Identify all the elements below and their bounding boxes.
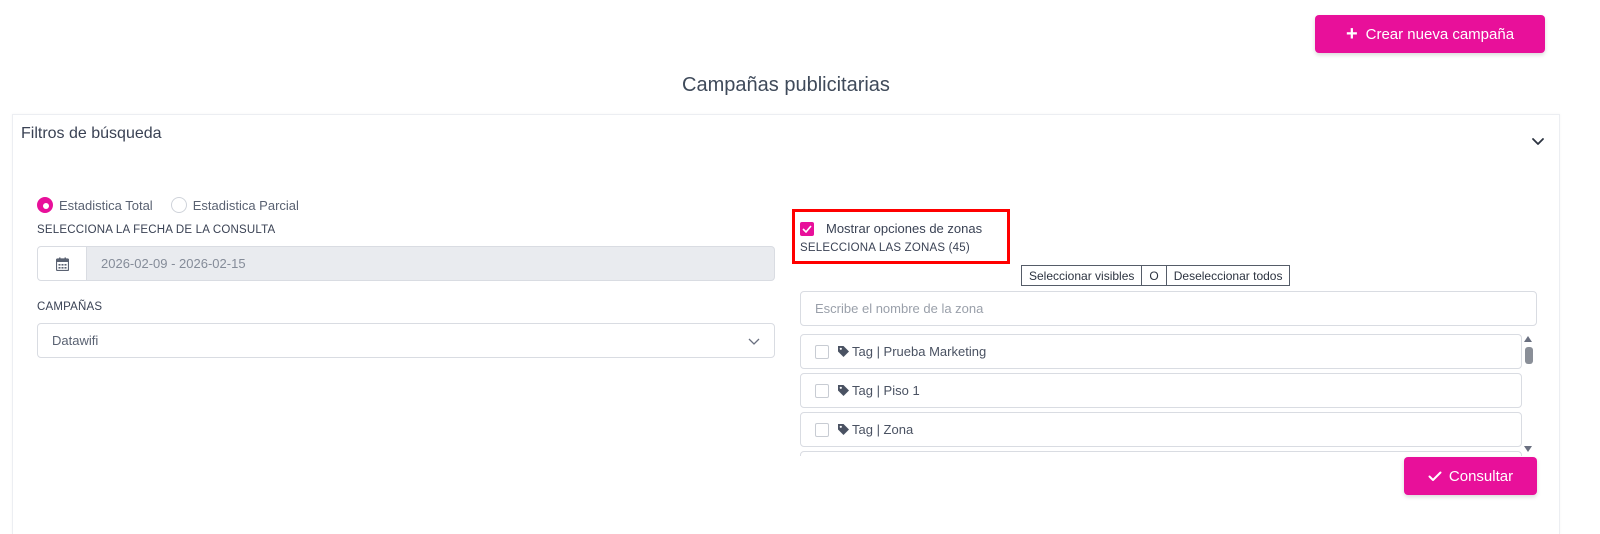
radio-indicator: [37, 197, 53, 213]
list-item-partial[interactable]: [800, 451, 1522, 456]
radio-estadistica-parcial[interactable]: Estadistica Parcial: [170, 197, 299, 213]
zone-label: Tag | Prueba Marketing: [852, 344, 987, 359]
create-campaign-button[interactable]: + Crear nueva campaña: [1315, 15, 1545, 53]
show-zone-options-label: Mostrar opciones de zonas: [826, 221, 983, 236]
chevron-down-icon: [748, 338, 760, 345]
zone-search-input[interactable]: [800, 291, 1537, 326]
consult-label: Consultar: [1448, 467, 1514, 485]
calendar-button[interactable]: [37, 246, 87, 281]
date-range-input[interactable]: 2026-02-09 - 2026-02-15: [87, 246, 775, 281]
zone-list: Tag | Prueba Marketing Tag | Piso 1 Tag …: [800, 334, 1537, 456]
zone-actions: Seleccionar visibles O Deseleccionar tod…: [1021, 265, 1291, 286]
deselect-all-button[interactable]: Deseleccionar todos: [1166, 265, 1291, 286]
zone-label: Tag | Piso 1: [852, 383, 920, 398]
zone-label: Tag | Zona: [852, 422, 914, 437]
checkbox[interactable]: [815, 422, 829, 437]
tag-icon: [837, 345, 850, 358]
consult-button[interactable]: Consultar: [1404, 457, 1537, 495]
tag-icon: [837, 423, 850, 436]
checkbox-checked-icon: [800, 221, 814, 236]
scrollbar-thumb[interactable]: [1525, 347, 1533, 364]
or-separator: O: [1142, 265, 1167, 286]
page-title: Campañas publicitarias: [682, 74, 890, 96]
highlight-box: [792, 209, 1010, 264]
radio-indicator: [170, 197, 187, 213]
tag-icon: [837, 384, 850, 397]
select-visible-button[interactable]: Seleccionar visibles: [1021, 265, 1143, 286]
campaigns-label: CAMPAÑAS: [37, 301, 103, 313]
date-label: SELECCIONA LA FECHA DE LA CONSULTA: [37, 224, 276, 236]
create-campaign-label: Crear nueva campaña: [1365, 25, 1515, 43]
plus-icon: +: [1345, 23, 1358, 45]
show-zone-options-checkbox[interactable]: Mostrar opciones de zonas: [800, 221, 982, 236]
list-item[interactable]: Tag | Prueba Marketing: [800, 334, 1522, 369]
list-item[interactable]: Tag | Piso 1: [800, 373, 1522, 408]
campaigns-selected-value: Datawifi: [52, 333, 99, 348]
radio-label: Estadistica Total: [59, 197, 153, 213]
filters-panel: Filtros de búsqueda Estadistica Total Es…: [12, 114, 1560, 534]
list-item[interactable]: Tag | Zona: [800, 412, 1522, 447]
filters-title: Filtros de búsqueda: [21, 125, 162, 142]
calendar-icon: [55, 257, 69, 271]
checkbox[interactable]: [815, 383, 829, 398]
chevron-down-icon[interactable]: [1531, 135, 1545, 149]
radio-label: Estadistica Parcial: [192, 197, 299, 213]
check-icon: [1428, 471, 1442, 481]
zones-label: SELECCIONA LAS ZONAS (45): [800, 242, 970, 254]
date-range-field[interactable]: 2026-02-09 - 2026-02-15: [37, 246, 775, 281]
stat-type-group: Estadistica Total Estadistica Parcial: [37, 197, 317, 213]
radio-estadistica-total[interactable]: Estadistica Total: [37, 197, 153, 213]
scroll-down-arrow[interactable]: [1524, 445, 1532, 453]
campaigns-select[interactable]: Datawifi: [37, 323, 775, 358]
checkbox[interactable]: [815, 344, 829, 359]
scroll-up-arrow[interactable]: [1524, 335, 1532, 343]
